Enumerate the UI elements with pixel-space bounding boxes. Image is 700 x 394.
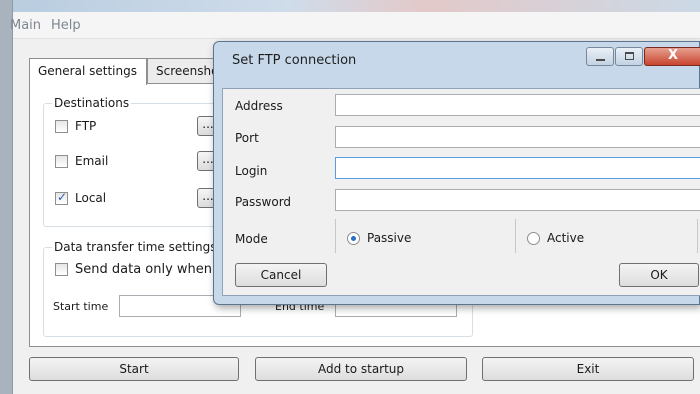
passive-radio[interactable]: Passive (347, 231, 467, 247)
active-radio-dot[interactable] (527, 232, 540, 245)
minimize-icon (596, 59, 605, 61)
menu-bar: Main Help (10, 12, 700, 39)
password-input[interactable] (335, 189, 700, 211)
ok-button[interactable]: OK (619, 263, 699, 287)
add-to-startup-button[interactable]: Add to startup (255, 357, 467, 381)
active-radio[interactable]: Active (527, 231, 647, 247)
login-input[interactable] (335, 157, 700, 179)
checkbox-email[interactable]: Email (55, 154, 175, 170)
cancel-button[interactable]: Cancel (235, 263, 327, 287)
mode-separator-left (335, 219, 336, 253)
tab-general-settings[interactable]: General settings (29, 58, 147, 85)
send-data-only-box[interactable] (55, 263, 68, 276)
checkbox-email-box[interactable] (55, 155, 68, 168)
checkbox-ftp-box[interactable] (55, 120, 68, 133)
checkbox-local[interactable]: Local (55, 190, 175, 207)
mode-label: Mode (235, 232, 268, 246)
dialog-title: Set FTP connection (232, 53, 357, 68)
checkbox-local-label: Local (75, 191, 107, 205)
address-label: Address (235, 99, 283, 113)
passive-radio-dot[interactable] (347, 232, 360, 245)
start-time-label: Start time (53, 300, 109, 313)
ftp-connection-dialog: Set FTP connection X Address Port Login … (213, 41, 700, 305)
mode-separator-middle (515, 219, 516, 253)
checkbox-local-box[interactable] (55, 190, 68, 205)
tab-general-settings-label: General settings (38, 64, 137, 78)
passive-radio-label: Passive (367, 231, 412, 245)
maximize-button[interactable] (615, 47, 643, 66)
data-transfer-title: Data transfer time settings (52, 240, 219, 254)
address-input[interactable] (335, 94, 700, 116)
checkbox-ftp[interactable]: FTP (55, 119, 175, 135)
mode-separator-right (697, 219, 698, 253)
destinations-title: Destinations (52, 96, 132, 110)
checkbox-ftp-label: FTP (75, 119, 97, 133)
main-titlebar (13, 0, 700, 12)
menu-help[interactable]: Help (51, 18, 81, 33)
active-radio-label: Active (547, 231, 585, 245)
port-label: Port (235, 131, 259, 145)
exit-button[interactable]: Exit (482, 357, 694, 381)
login-label: Login (235, 164, 268, 178)
minimize-button[interactable] (586, 47, 614, 66)
start-button[interactable]: Start (29, 357, 239, 381)
menu-main[interactable]: Main (10, 18, 41, 33)
send-data-only-checkbox[interactable]: Send data only when it (55, 262, 235, 278)
send-data-only-label: Send data only when it (75, 262, 225, 277)
close-icon: X (668, 48, 679, 63)
checkbox-email-label: Email (75, 154, 109, 168)
close-button[interactable]: X (644, 47, 700, 66)
dialog-body: Address Port Login Password Mode Passive… (222, 88, 700, 296)
maximize-icon (625, 52, 634, 60)
port-input[interactable] (335, 126, 700, 148)
password-label: Password (235, 195, 292, 209)
